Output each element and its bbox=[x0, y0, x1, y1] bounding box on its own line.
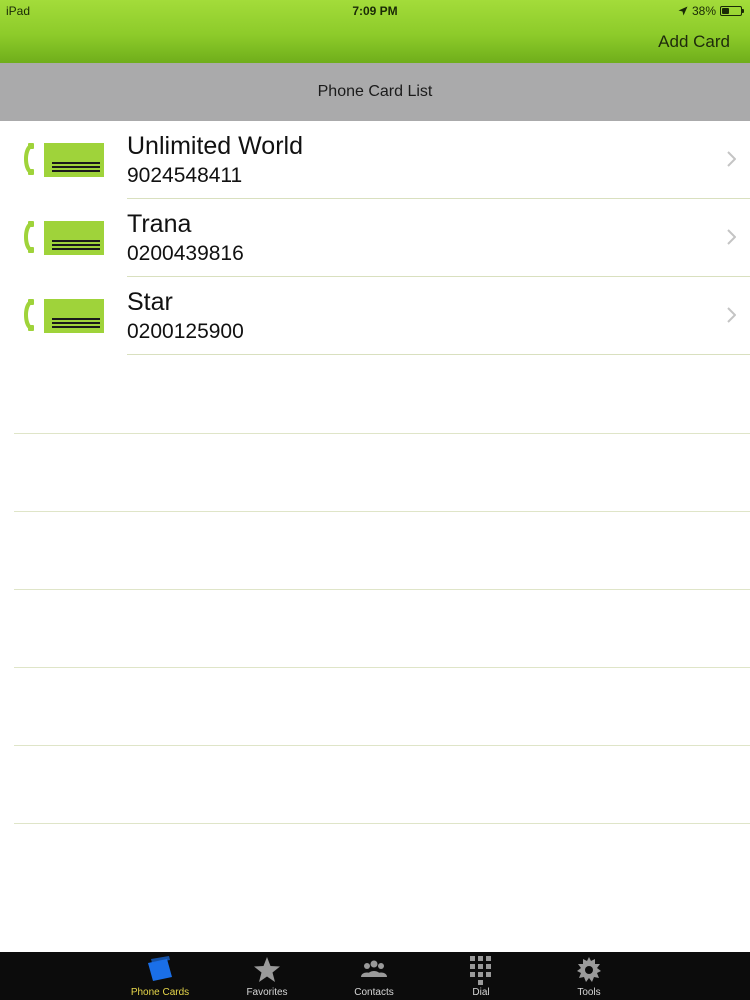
card-name: Unlimited World bbox=[127, 132, 303, 160]
tab-favorites[interactable]: Favorites bbox=[222, 952, 312, 1000]
navigation-bar: iPad 7:09 PM 38% Add Card bbox=[0, 0, 750, 63]
battery-icon bbox=[720, 6, 744, 16]
chevron-right-icon bbox=[727, 229, 736, 245]
phone-card-icon bbox=[24, 299, 104, 333]
tab-label: Contacts bbox=[354, 987, 394, 998]
section-title: Phone Card List bbox=[317, 83, 433, 100]
location-arrow-icon bbox=[678, 6, 688, 16]
contacts-icon bbox=[361, 960, 387, 977]
empty-row-divider bbox=[14, 511, 750, 512]
gear-icon bbox=[577, 957, 601, 982]
tab-bar: Phone Cards Favorites Contacts Dial Tool… bbox=[0, 952, 750, 1000]
status-bar: iPad 7:09 PM 38% bbox=[0, 3, 750, 21]
chevron-right-icon bbox=[727, 151, 736, 167]
tab-contacts[interactable]: Contacts bbox=[329, 952, 419, 1000]
empty-row-divider bbox=[14, 745, 750, 746]
row-divider bbox=[127, 354, 750, 355]
tab-label: Dial bbox=[472, 987, 490, 998]
phone-card-icon bbox=[24, 221, 104, 255]
phone-card-icon bbox=[24, 143, 104, 177]
tab-label: Favorites bbox=[246, 987, 288, 998]
card-name: Star bbox=[127, 288, 173, 316]
card-number: 9024548411 bbox=[127, 164, 243, 187]
chevron-right-icon bbox=[727, 307, 736, 323]
tab-label: Tools bbox=[577, 987, 601, 998]
empty-row-divider bbox=[14, 823, 750, 824]
card-row[interactable]: Star 0200125900 bbox=[0, 277, 750, 355]
empty-row-divider bbox=[14, 667, 750, 668]
keypad-icon bbox=[470, 956, 491, 985]
star-icon bbox=[254, 957, 280, 982]
add-card-button[interactable]: Add Card bbox=[658, 32, 730, 52]
tab-dial[interactable]: Dial bbox=[436, 952, 526, 1000]
card-number: 0200125900 bbox=[127, 320, 244, 343]
phone-card-list: Unlimited World 9024548411 Trana 0200439… bbox=[0, 121, 750, 355]
card-number: 0200439816 bbox=[127, 242, 244, 265]
card-row[interactable]: Unlimited World 9024548411 bbox=[0, 121, 750, 199]
empty-row-divider bbox=[14, 433, 750, 434]
section-header: Phone Card List bbox=[0, 63, 750, 121]
status-time: 7:09 PM bbox=[352, 4, 398, 18]
status-right: 38% bbox=[678, 4, 744, 18]
phone-cards-icon bbox=[148, 956, 172, 981]
battery-percent: 38% bbox=[691, 4, 716, 18]
tab-tools[interactable]: Tools bbox=[544, 952, 634, 1000]
card-row[interactable]: Trana 0200439816 bbox=[0, 199, 750, 277]
tab-phone-cards[interactable]: Phone Cards bbox=[115, 952, 205, 1000]
card-name: Trana bbox=[127, 210, 192, 238]
tab-label: Phone Cards bbox=[130, 987, 190, 998]
empty-row-divider bbox=[14, 589, 750, 590]
